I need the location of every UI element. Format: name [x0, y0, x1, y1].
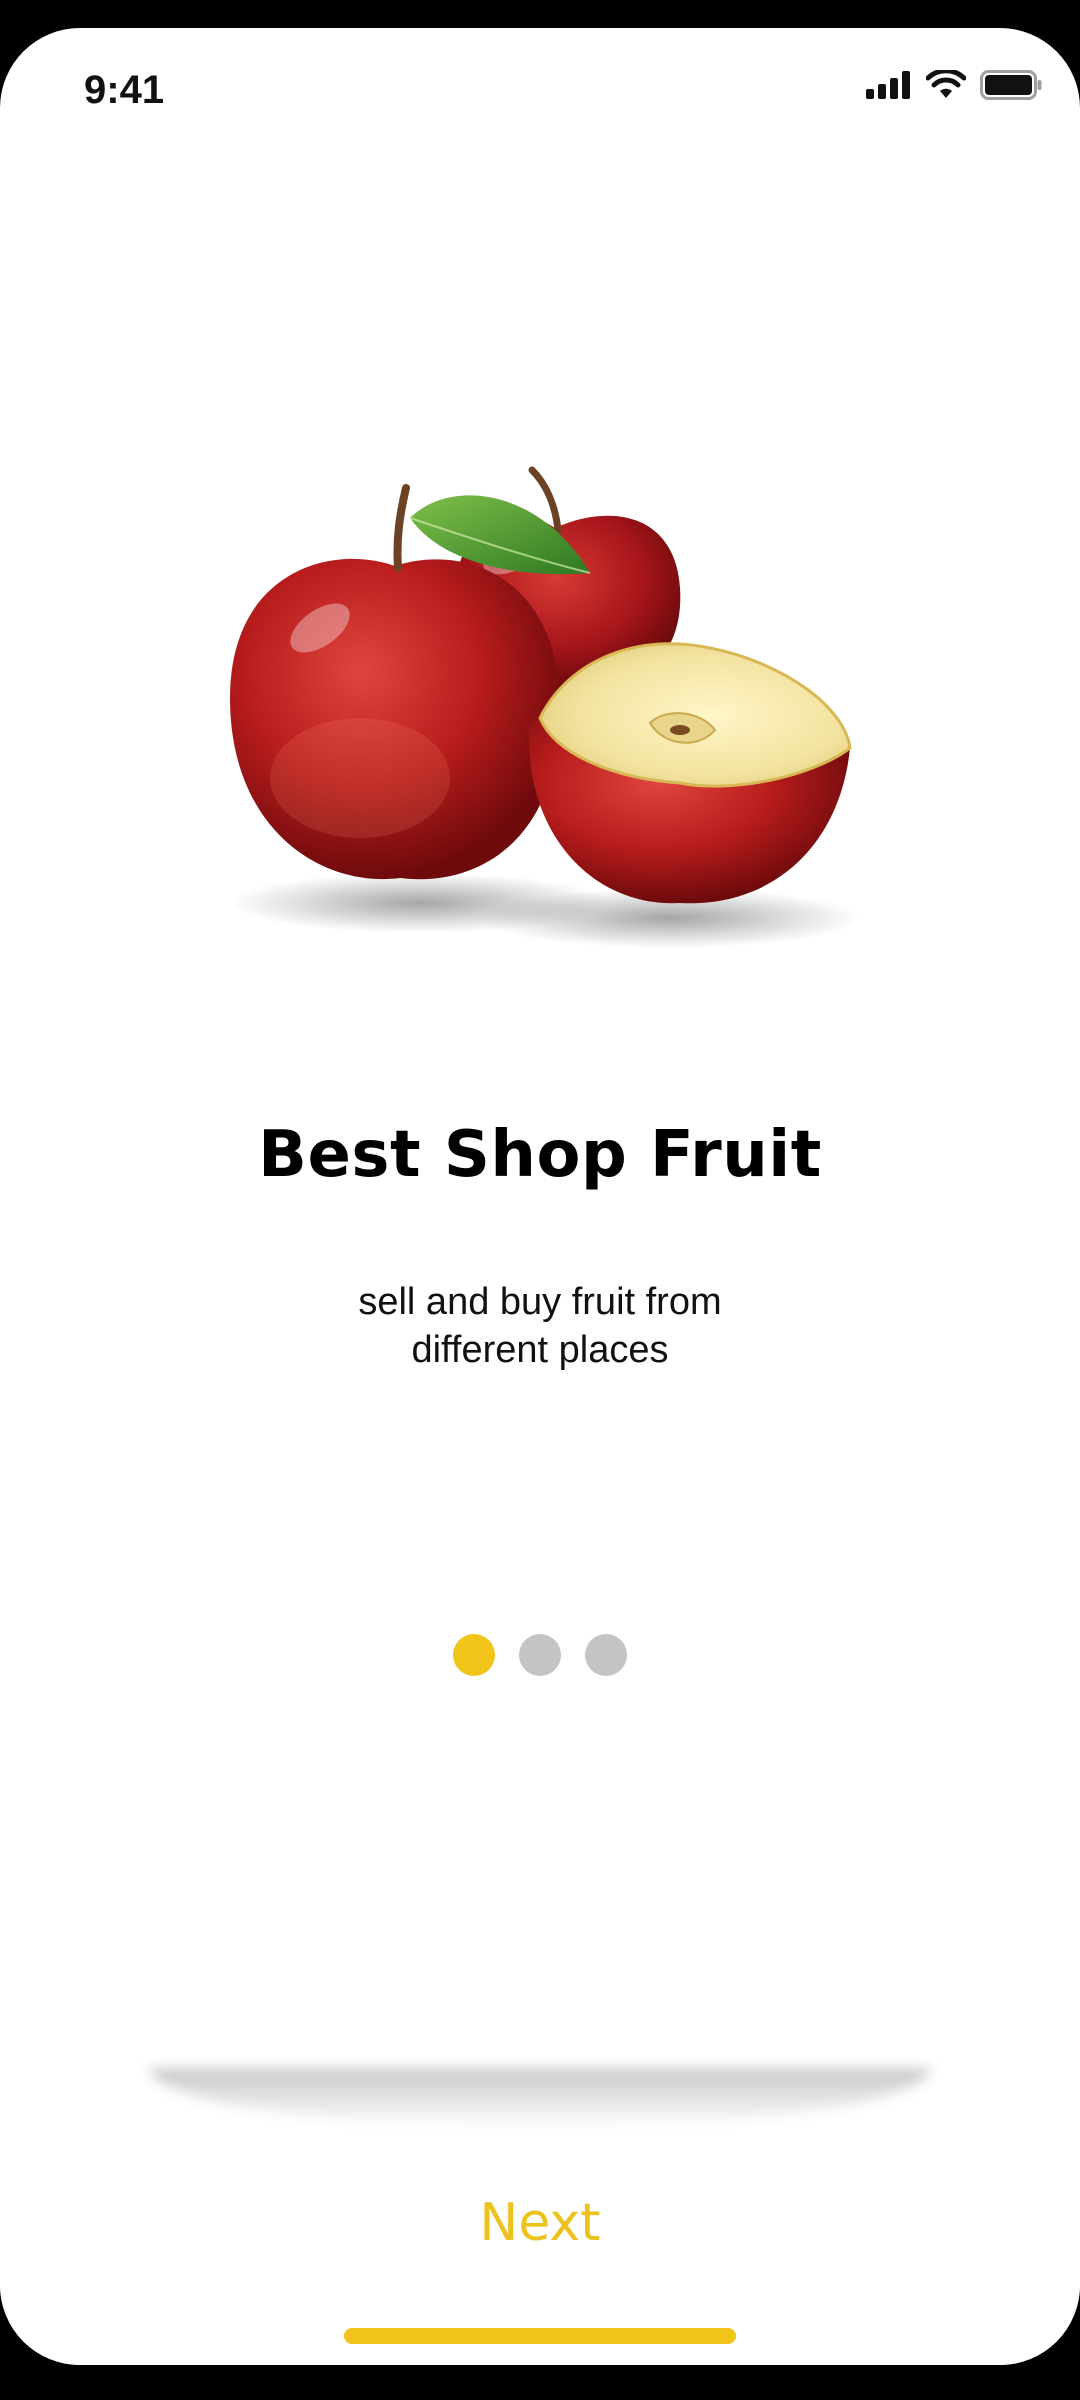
page-dot-3[interactable] [585, 1634, 627, 1676]
home-indicator [344, 2328, 736, 2344]
battery-icon [980, 70, 1042, 100]
status-icons [866, 70, 1042, 100]
status-time: 9:41 [84, 68, 165, 112]
page-dot-2[interactable] [519, 1634, 561, 1676]
wifi-icon [926, 70, 966, 98]
apples-image [230, 466, 860, 948]
onboarding-screen: 9:41 Best Shop Fruit sell and buy fruit … [0, 28, 1080, 2365]
page-indicator [0, 1634, 1080, 1676]
page-dot-1[interactable] [453, 1634, 495, 1676]
onboarding-title: Best Shop Fruit [258, 1118, 822, 1192]
cellular-signal-icon [866, 71, 910, 99]
onboarding-subtitle: sell and buy fruit from different places [358, 1281, 722, 1371]
next-button[interactable]: Next [390, 2188, 690, 2258]
